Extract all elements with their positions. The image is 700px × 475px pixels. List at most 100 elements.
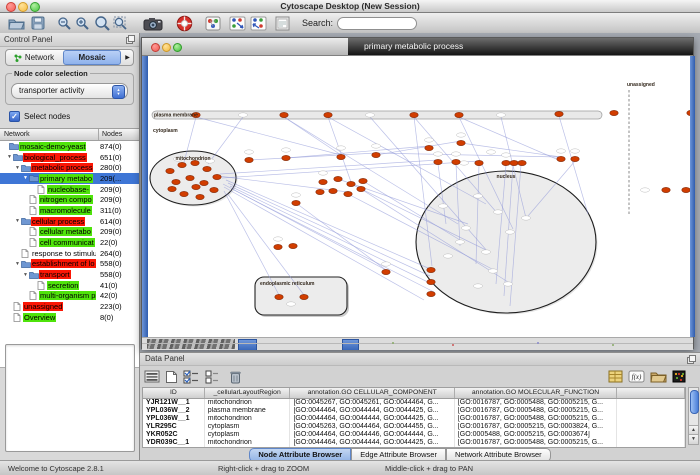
right-scrollbar[interactable] <box>690 56 695 337</box>
frame-close-icon[interactable] <box>151 43 160 52</box>
graph-node[interactable] <box>662 187 670 192</box>
birdseye-view[interactable] <box>5 344 135 452</box>
graph-node[interactable] <box>329 188 337 193</box>
graph-node[interactable] <box>168 186 176 191</box>
graph-node[interactable] <box>425 145 433 150</box>
graph-node[interactable] <box>682 187 690 192</box>
graph-node[interactable] <box>687 110 690 115</box>
graph-node[interactable] <box>316 189 324 194</box>
table-row[interactable]: YPL036W__2plasma membrane[GO:0044464, GO… <box>143 407 685 415</box>
graph-node[interactable] <box>319 179 327 184</box>
graph-node[interactable] <box>196 194 204 199</box>
zoom-in-icon[interactable] <box>75 15 90 32</box>
graph-node[interactable] <box>427 267 435 272</box>
table-row[interactable]: YLR295Ccytoplasm[GO:0045263, GO:0044464,… <box>143 423 685 431</box>
graph-node[interactable] <box>502 160 510 165</box>
expander-icon[interactable]: ▼ <box>14 165 21 171</box>
graph-node-unexpressed[interactable] <box>557 149 566 153</box>
tree-row[interactable]: macromolecule311(0) <box>0 205 139 216</box>
attribute-batch-icon[interactable] <box>608 368 623 385</box>
graph-node[interactable] <box>274 244 282 249</box>
graph-node[interactable] <box>192 184 200 189</box>
graph-node[interactable] <box>275 294 283 299</box>
attribute-table-icon[interactable] <box>144 368 160 385</box>
graph-node[interactable] <box>344 191 352 196</box>
scroll-down-icon[interactable]: ▼ <box>689 434 698 444</box>
hscroll-thumb-2[interactable] <box>342 339 359 350</box>
graph-node[interactable] <box>457 140 465 145</box>
column-header[interactable]: annotation.GO MOLECULAR_FUNCTION <box>455 388 617 398</box>
zoom-selected-icon[interactable] <box>113 15 129 32</box>
tree-row[interactable]: response to stimulu264(0) <box>0 248 139 259</box>
nucleus-compartment[interactable] <box>416 171 596 313</box>
column-header[interactable]: annotation.GO CELLULAR_COMPONENT <box>290 388 454 398</box>
frame-bottom-strip[interactable] <box>142 337 693 350</box>
graph-node-unexpressed[interactable] <box>439 204 448 208</box>
graph-node[interactable] <box>555 111 563 116</box>
network-graph[interactable]: plasma membranecytoplasmmitochondrionnuc… <box>148 56 690 337</box>
tree-col-nodes[interactable]: Nodes <box>98 129 139 140</box>
save-session-icon[interactable] <box>31 15 45 32</box>
graph-node-unexpressed[interactable] <box>444 254 453 258</box>
tree-row[interactable]: ▼transport558(0) <box>0 269 139 280</box>
graph-node[interactable] <box>324 112 332 117</box>
frame-minimize-icon[interactable] <box>162 43 171 52</box>
node-color-dropdown[interactable]: transporter activity ▲▼ <box>11 83 128 99</box>
tab-mosaic[interactable]: Mosaic <box>63 50 121 65</box>
unselect-attributes-icon[interactable] <box>205 368 219 385</box>
graph-node-unexpressed[interactable] <box>506 230 515 234</box>
tree-row[interactable]: ▼cellular process614(0) <box>0 216 139 227</box>
graph-node[interactable] <box>245 157 253 162</box>
graph-node[interactable] <box>178 162 186 167</box>
graph-node[interactable] <box>280 112 288 117</box>
graph-node[interactable] <box>334 176 342 181</box>
graph-node-unexpressed[interactable] <box>571 149 580 153</box>
graph-node[interactable] <box>289 243 297 248</box>
graph-node-unexpressed[interactable] <box>292 193 301 197</box>
matrix-icon[interactable] <box>672 368 686 385</box>
graph-node-unexpressed[interactable] <box>319 171 328 175</box>
graph-node[interactable] <box>427 291 435 296</box>
graph-node[interactable] <box>203 166 211 171</box>
tree-row[interactable]: ▼metabolic process280(0) <box>0 162 139 173</box>
graph-node[interactable] <box>166 168 174 173</box>
graph-node[interactable] <box>213 174 221 179</box>
function-builder-icon[interactable]: f(x) <box>628 368 645 385</box>
tree-row[interactable]: nitrogen compo209(0) <box>0 194 139 205</box>
graph-node[interactable] <box>571 156 579 161</box>
table-row[interactable]: YKR052Ccytoplasm[GO:0044464, GO:0044446,… <box>143 431 685 439</box>
graph-node[interactable] <box>200 180 208 185</box>
graph-node[interactable] <box>610 110 618 115</box>
graph-node[interactable] <box>455 112 463 117</box>
graph-node[interactable] <box>180 191 188 196</box>
graph-node[interactable] <box>452 159 460 164</box>
frame-zoom-icon[interactable] <box>173 43 182 52</box>
tree-row[interactable]: cell communicat22(0) <box>0 237 139 248</box>
graph-node[interactable] <box>510 160 518 165</box>
import-attributes-icon[interactable] <box>650 368 667 385</box>
graph-node-unexpressed[interactable] <box>434 152 443 156</box>
graph-node[interactable] <box>372 152 380 157</box>
table-row[interactable]: YDR039C__1mitochondrion[GO:0044464, GO:0… <box>143 439 685 447</box>
graph-node[interactable] <box>427 279 435 284</box>
hscroll-thumb[interactable] <box>238 339 257 350</box>
expander-icon[interactable]: ▼ <box>22 175 29 181</box>
select-nodes-checkbox[interactable]: ✓ <box>9 111 20 122</box>
graph-node-unexpressed[interactable] <box>274 237 283 241</box>
tree-row[interactable]: multi-organism pro42(0) <box>0 291 139 302</box>
graph-node[interactable] <box>410 112 418 117</box>
tree-row[interactable]: mosaic-demo-yeast874(0) <box>0 141 139 152</box>
tree-col-network[interactable]: Network <box>0 129 98 140</box>
graph-node-unexpressed[interactable] <box>452 152 461 156</box>
graph-node[interactable] <box>292 200 300 205</box>
tree-row[interactable]: secretion41(0) <box>0 280 139 291</box>
table-row[interactable]: YJR121W__1mitochondrion[GO:0045267, GO:0… <box>143 399 685 407</box>
vizmapper-icon[interactable] <box>205 15 221 32</box>
table-row[interactable]: YPL036W__1mitochondrion[GO:0044464, GO:0… <box>143 415 685 423</box>
graph-node-unexpressed[interactable] <box>522 216 531 220</box>
tree-row[interactable]: ▼biological_process651(0) <box>0 152 139 163</box>
zoom-out-icon[interactable] <box>57 15 72 32</box>
search-input[interactable] <box>337 17 417 30</box>
snapshot-icon[interactable] <box>143 15 163 32</box>
expander-icon[interactable]: ▼ <box>14 261 21 267</box>
